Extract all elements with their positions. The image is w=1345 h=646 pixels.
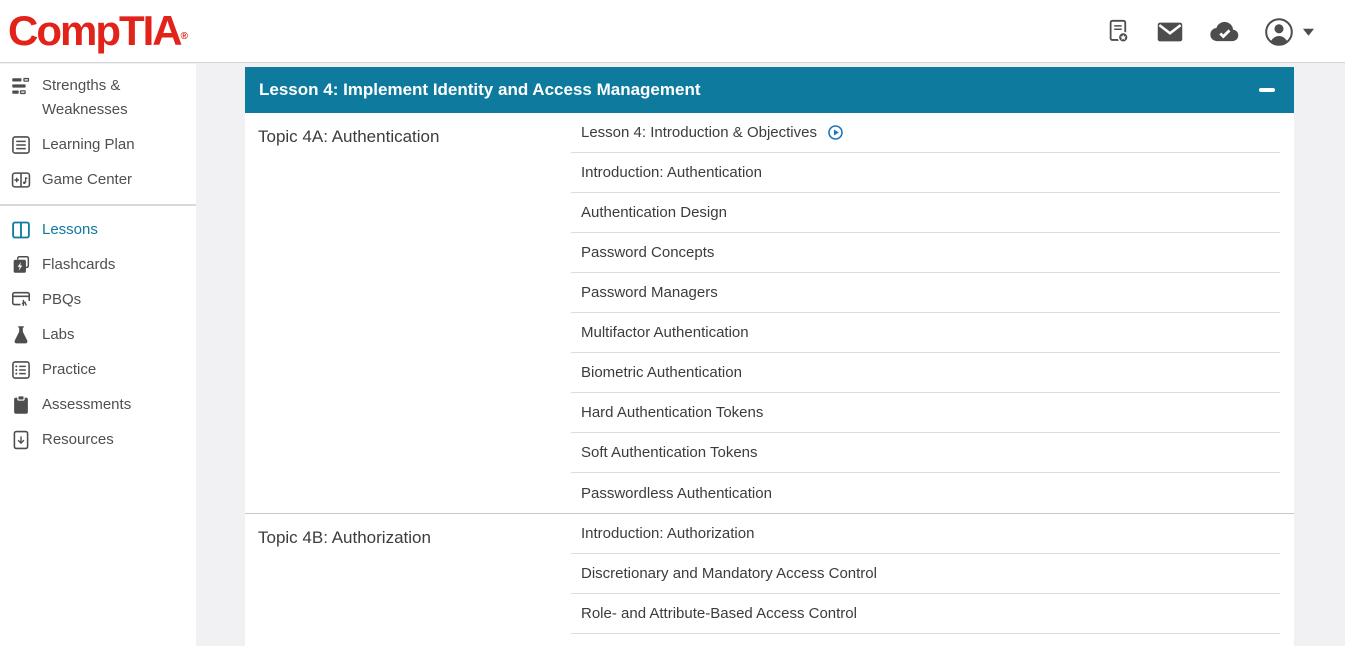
topic-title: Topic 4A: Authentication bbox=[245, 113, 571, 513]
lesson-item[interactable]: Discretionary and Mandatory Access Contr… bbox=[571, 554, 1280, 594]
comptia-logo[interactable]: CompTIA® bbox=[8, 4, 188, 64]
sidebar-item-label: Labs bbox=[42, 323, 75, 347]
lesson-item[interactable]: Biometric Authentication bbox=[571, 353, 1280, 393]
lesson-item[interactable]: Introduction: Authentication bbox=[571, 153, 1280, 193]
lesson-item-label: Password Managers bbox=[581, 284, 718, 301]
collapse-button[interactable] bbox=[1259, 81, 1277, 99]
topic-title: Topic 4B: Authorization bbox=[245, 514, 571, 646]
top-header: CompTIA® bbox=[0, 0, 1345, 63]
play-icon[interactable] bbox=[827, 124, 844, 141]
header-icon-bar bbox=[1105, 0, 1315, 63]
sidebar-item-strengths-weaknesses[interactable]: Strengths & Weaknesses bbox=[0, 69, 196, 128]
labs-icon bbox=[10, 324, 32, 346]
sidebar-item-practice[interactable]: Practice bbox=[0, 353, 196, 388]
sidebar-item-learning-plan[interactable]: Learning Plan bbox=[0, 128, 196, 163]
lesson-item[interactable]: Role- and Attribute-Based Access Control bbox=[571, 594, 1280, 634]
lesson-item-label: Passwordless Authentication bbox=[581, 485, 772, 502]
sidebar-item-label: Resources bbox=[42, 428, 114, 452]
lesson-item-label: Soft Authentication Tokens bbox=[581, 444, 758, 461]
lesson-item[interactable]: Hard Authentication Tokens bbox=[571, 393, 1280, 433]
registered-mark: ® bbox=[181, 31, 188, 42]
sidebar: Strengths & Weaknesses Learning Plan Gam… bbox=[0, 64, 196, 646]
lesson-header[interactable]: Lesson 4: Implement Identity and Access … bbox=[245, 67, 1294, 113]
lesson-item[interactable]: Rule-Based Access Control bbox=[571, 634, 1280, 646]
sidebar-item-label: Strengths & Weaknesses bbox=[42, 74, 164, 122]
lesson-item[interactable]: Lesson 4: Introduction & Objectives bbox=[571, 113, 1280, 153]
account-icon bbox=[1263, 16, 1295, 48]
sidebar-item-game-center[interactable]: Game Center bbox=[0, 163, 196, 198]
lesson-item[interactable]: Multifactor Authentication bbox=[571, 313, 1280, 353]
lesson-item-label: Role- and Attribute-Based Access Control bbox=[581, 605, 857, 622]
lesson-item-label: Introduction: Authorization bbox=[581, 525, 754, 542]
sidebar-item-label: Assessments bbox=[42, 393, 131, 417]
sidebar-item-label: Flashcards bbox=[42, 253, 115, 277]
sidebar-item-label: Game Center bbox=[42, 168, 132, 192]
practice-icon bbox=[10, 359, 32, 381]
flashcards-icon bbox=[10, 254, 32, 276]
sidebar-item-label: Practice bbox=[42, 358, 96, 382]
lesson-item-label: Password Concepts bbox=[581, 244, 714, 261]
lesson-item[interactable]: Password Concepts bbox=[571, 233, 1280, 273]
minus-icon bbox=[1259, 88, 1275, 92]
sidebar-item-assessments[interactable]: Assessments bbox=[0, 388, 196, 423]
cloud-check-icon[interactable] bbox=[1208, 16, 1240, 48]
sidebar-divider bbox=[0, 204, 196, 206]
lessons-icon bbox=[10, 219, 32, 241]
lesson-item-label: Multifactor Authentication bbox=[581, 324, 749, 341]
sidebar-item-resources[interactable]: Resources bbox=[0, 423, 196, 458]
resources-icon bbox=[10, 429, 32, 451]
lesson-item[interactable]: Soft Authentication Tokens bbox=[571, 433, 1280, 473]
sidebar-item-label: Learning Plan bbox=[42, 133, 135, 157]
topic-section-4b: Topic 4B: Authorization Introduction: Au… bbox=[245, 514, 1294, 646]
lesson-item[interactable]: Passwordless Authentication bbox=[571, 473, 1280, 513]
lesson-panel: Lesson 4: Implement Identity and Access … bbox=[245, 67, 1294, 646]
topic-item-list: Lesson 4: Introduction & Objectives Intr… bbox=[571, 113, 1280, 513]
game-center-icon bbox=[10, 169, 32, 191]
lesson-item-label: Biometric Authentication bbox=[581, 364, 742, 381]
lesson-item-label: Discretionary and Mandatory Access Contr… bbox=[581, 565, 877, 582]
mail-icon[interactable] bbox=[1155, 17, 1185, 47]
lesson-item[interactable]: Introduction: Authorization bbox=[571, 514, 1280, 554]
lesson-item-label: Lesson 4: Introduction & Objectives bbox=[581, 124, 817, 141]
caret-down-icon bbox=[1302, 27, 1315, 37]
lesson-item-label: Hard Authentication Tokens bbox=[581, 404, 763, 421]
sidebar-item-labs[interactable]: Labs bbox=[0, 318, 196, 353]
lesson-item[interactable]: Password Managers bbox=[571, 273, 1280, 313]
report-icon[interactable] bbox=[1105, 18, 1132, 45]
account-menu[interactable] bbox=[1263, 16, 1315, 48]
sidebar-item-flashcards[interactable]: Flashcards bbox=[0, 248, 196, 283]
sidebar-item-lessons[interactable]: Lessons bbox=[0, 213, 196, 248]
sidebar-item-label: Lessons bbox=[42, 218, 98, 242]
topic-section-4a: Topic 4A: Authentication Lesson 4: Intro… bbox=[245, 113, 1294, 513]
learning-plan-icon bbox=[10, 134, 32, 156]
topic-item-list: Introduction: Authorization Discretionar… bbox=[571, 514, 1280, 646]
lesson-title: Lesson 4: Implement Identity and Access … bbox=[259, 80, 1259, 100]
pbqs-icon bbox=[10, 289, 32, 311]
sidebar-item-label: PBQs bbox=[42, 288, 81, 312]
sidebar-item-pbqs[interactable]: PBQs bbox=[0, 283, 196, 318]
strengths-weaknesses-icon bbox=[10, 75, 32, 97]
lesson-item-label: Authentication Design bbox=[581, 204, 727, 221]
lesson-item[interactable]: Authentication Design bbox=[571, 193, 1280, 233]
lesson-item-label: Introduction: Authentication bbox=[581, 164, 762, 181]
assessments-icon bbox=[10, 394, 32, 416]
